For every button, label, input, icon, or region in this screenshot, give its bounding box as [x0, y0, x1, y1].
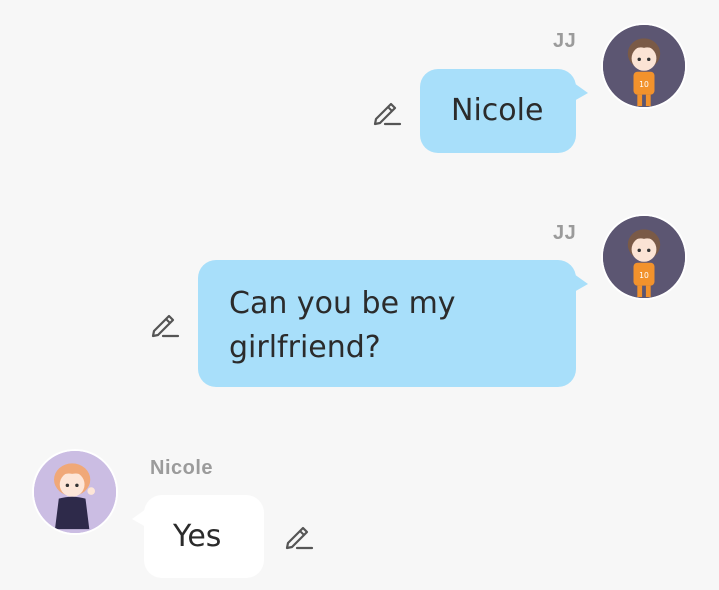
boy-avatar-icon: 10 [603, 216, 685, 298]
message-bubble-outgoing[interactable]: Can you be my girlfriend? [198, 260, 588, 387]
avatar-jj[interactable]: 10 [601, 214, 687, 300]
sender-name-jj: JJ [553, 30, 577, 52]
pencil-edit-icon[interactable] [369, 95, 403, 129]
message-bubble-incoming[interactable]: Yes [132, 495, 264, 578]
message-bubble-outgoing[interactable]: Nicole [420, 69, 588, 153]
boy-avatar-icon: 10 [603, 25, 685, 107]
sender-name-jj: JJ [553, 222, 577, 244]
svg-text:10: 10 [639, 80, 649, 89]
bubble-tail [574, 83, 588, 101]
pencil-edit-icon[interactable] [147, 307, 181, 341]
sender-name-nicole: Nicole [150, 457, 214, 479]
avatar-nicole[interactable] [32, 449, 118, 535]
pencil-edit-icon[interactable] [281, 519, 315, 553]
bubble-tail [132, 509, 146, 527]
avatar-jj[interactable]: 10 [601, 23, 687, 109]
message-text: Nicole [451, 93, 544, 128]
bubble-tail [574, 274, 588, 292]
message-text: Yes [173, 519, 222, 554]
message-text: Can you be my girlfriend? [229, 286, 456, 365]
girl-avatar-icon [34, 451, 116, 533]
svg-text:10: 10 [639, 271, 649, 280]
